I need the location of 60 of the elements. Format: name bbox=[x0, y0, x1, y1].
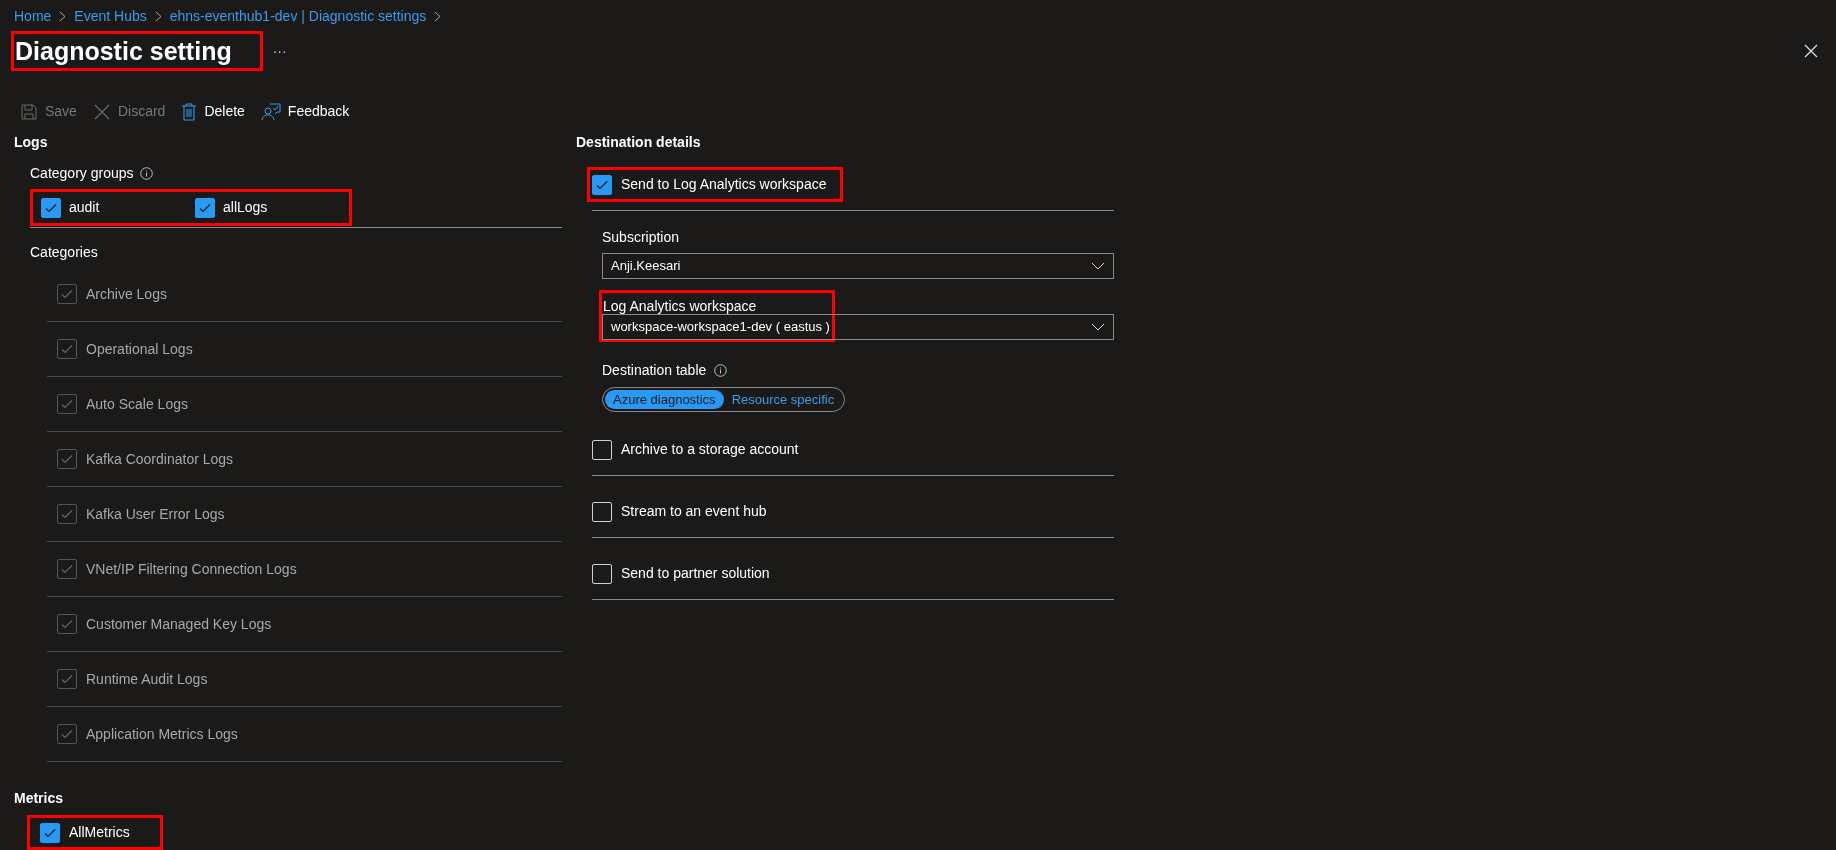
checkmark-icon bbox=[60, 397, 74, 411]
checkbox-label: Send to Log Analytics workspace bbox=[621, 175, 827, 194]
checkbox-label: Application Metrics Logs bbox=[86, 724, 238, 744]
chevron-right-icon bbox=[154, 11, 162, 22]
section-heading: Metrics bbox=[14, 789, 65, 808]
field-label: Categories bbox=[30, 243, 99, 262]
feedback-icon bbox=[260, 102, 281, 121]
section-heading: Destination details bbox=[576, 133, 702, 152]
checkbox-label: Runtime Audit Logs bbox=[86, 669, 208, 689]
checkmark-icon bbox=[60, 727, 74, 741]
checkbox-label: Archive to a storage account bbox=[621, 440, 799, 459]
checkbox[interactable] bbox=[41, 197, 61, 218]
checkbox[interactable] bbox=[40, 822, 60, 843]
field-label: Destination table bbox=[602, 361, 707, 380]
trash-icon bbox=[181, 102, 198, 121]
close-icon[interactable] bbox=[1804, 44, 1818, 58]
toolbar-button[interactable]: Delete bbox=[181, 101, 245, 122]
save-icon bbox=[20, 102, 38, 121]
section-heading: Logs bbox=[14, 133, 49, 152]
chevron-down-icon bbox=[1091, 323, 1105, 331]
toolbar-button[interactable]: Feedback bbox=[260, 101, 350, 122]
checkbox-label: Archive Logs bbox=[86, 284, 167, 304]
checkmark-icon bbox=[60, 287, 74, 301]
checkmark-icon bbox=[60, 342, 74, 356]
field-label: Log Analytics workspace bbox=[602, 298, 757, 314]
info-icon bbox=[139, 167, 153, 180]
checkmark-icon bbox=[60, 672, 74, 686]
segment-option[interactable]: Azure diagnostics bbox=[605, 390, 724, 409]
checkbox-label: Stream to an event hub bbox=[621, 502, 767, 521]
breadcrumb-link[interactable]: Home bbox=[14, 6, 52, 27]
breadcrumb-link[interactable]: Event Hubs bbox=[74, 6, 147, 27]
more-button[interactable]: ··· bbox=[272, 40, 287, 62]
checkbox-label: allLogs bbox=[223, 198, 268, 217]
checkmark-icon bbox=[60, 452, 74, 466]
close-icon bbox=[92, 102, 111, 121]
checkbox-label: audit bbox=[69, 198, 100, 217]
checkbox-label: VNet/IP Filtering Connection Logs bbox=[86, 559, 297, 579]
checkmark-icon bbox=[60, 562, 74, 576]
checkbox-label: Kafka User Error Logs bbox=[86, 504, 225, 524]
checkbox[interactable] bbox=[592, 174, 612, 195]
segment-option[interactable]: Resource specific bbox=[723, 390, 843, 409]
checkbox-label: Send to partner solution bbox=[621, 564, 770, 583]
checkbox-label: Operational Logs bbox=[86, 339, 193, 359]
checkbox[interactable] bbox=[195, 197, 215, 218]
dropdown-field[interactable]: workspace-workspace1-dev ( eastus ) bbox=[602, 314, 1114, 340]
checkmark-icon bbox=[60, 617, 74, 631]
chevron-right-icon bbox=[59, 11, 67, 22]
checkmark-icon bbox=[60, 507, 74, 521]
page-title: Diagnostic setting bbox=[15, 36, 232, 66]
checkbox-label: AllMetrics bbox=[69, 823, 130, 842]
info-icon bbox=[714, 364, 728, 377]
field-label: Subscription bbox=[602, 228, 681, 247]
checkbox-label: Auto Scale Logs bbox=[86, 394, 188, 414]
checkbox-label: Customer Managed Key Logs bbox=[86, 614, 272, 634]
chevron-right-icon bbox=[434, 11, 442, 22]
breadcrumb-link[interactable]: ehns-eventhub1-dev | Diagnostic settings bbox=[169, 6, 427, 27]
checkbox-label: Kafka Coordinator Logs bbox=[86, 449, 234, 469]
field-label: Category groups bbox=[30, 164, 134, 183]
dropdown-field[interactable]: Anji.Keesari bbox=[602, 253, 1114, 279]
chevron-down-icon bbox=[1091, 262, 1105, 270]
